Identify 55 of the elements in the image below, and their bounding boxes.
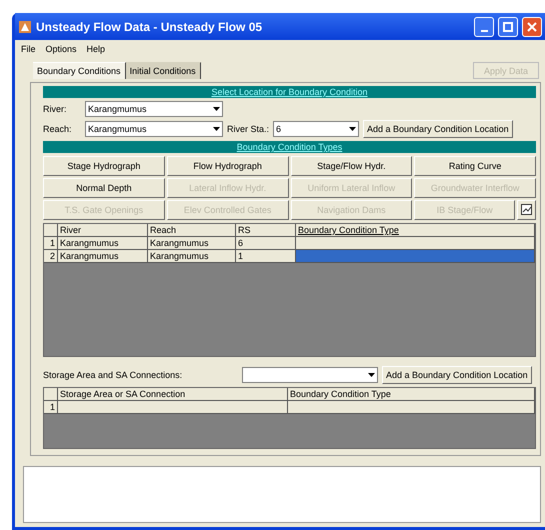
section-header: Select Location for Boundary Condition [43, 86, 536, 98]
column-header: Boundary Condition Type [296, 224, 535, 237]
condition-type-cell[interactable] [296, 237, 535, 250]
maximize-icon [503, 22, 513, 32]
table-cell: Karangmumus [148, 250, 236, 263]
tab[interactable]: Boundary Conditions [33, 62, 126, 79]
column-header: River [58, 224, 148, 237]
column-header: RS [236, 224, 296, 237]
section-header: Boundary Condition Types [43, 141, 536, 153]
reach-dropdown[interactable]: Karangmumus [85, 121, 223, 137]
river-station-dropdown[interactable]: 6 [273, 121, 360, 137]
dropdown-arrow-icon [349, 127, 356, 131]
menu-item[interactable]: Help [86, 44, 106, 54]
condition-type-button[interactable]: Rating Curve [414, 156, 536, 176]
table-cell: Karangmumus [148, 237, 236, 250]
condition-type-cell[interactable] [296, 250, 535, 263]
reach-label: Reach: [43, 124, 73, 134]
table-cell: 6 [236, 237, 296, 250]
minimize-icon [480, 30, 488, 32]
close-icon [527, 22, 537, 32]
column-header: Reach [148, 224, 236, 237]
row-number: 2 [44, 250, 58, 263]
river-label: River: [43, 104, 68, 114]
condition-type-button[interactable]: Stage/Flow Hydr. [290, 156, 412, 176]
minimize-button[interactable] [474, 16, 494, 36]
condition-type-button[interactable]: Normal Depth [43, 178, 165, 198]
menu-item[interactable]: Options [46, 44, 77, 54]
storage-area-dropdown[interactable] [242, 367, 378, 383]
table-cell: Karangmumus [58, 237, 148, 250]
add-location-button[interactable]: Add a Boundary Condition Location [382, 366, 532, 384]
corner-cell [44, 224, 58, 237]
maximize-button[interactable] [498, 16, 518, 36]
add-location-button[interactable]: Add a Boundary Condition Location [363, 120, 513, 138]
menu-item[interactable]: File [21, 44, 36, 54]
dropdown-arrow-icon [213, 107, 220, 111]
corner-cell [44, 388, 58, 401]
river-station-label: River Sta.: [227, 124, 270, 134]
window-title: Unsteady Flow Data - Unsteady Flow 05 [36, 20, 264, 34]
dropdown-arrow-icon [213, 127, 220, 131]
app-icon [18, 20, 32, 34]
dropdown-arrow-icon [368, 373, 375, 377]
condition-type-button[interactable]: Flow Hydrograph [166, 156, 288, 176]
condition-type-button[interactable]: Stage Hydrograph [43, 156, 165, 176]
row-number: 1 [44, 401, 58, 414]
column-header: Boundary Condition Type [288, 388, 535, 401]
plot-button[interactable] [517, 200, 536, 220]
river-dropdown[interactable]: Karangmumus [85, 101, 223, 117]
storage-area-label: Storage Area and SA Connections: [43, 370, 184, 380]
column-header: Storage Area or SA Connection [58, 388, 288, 401]
row-number: 1 [44, 237, 58, 250]
close-button[interactable] [522, 16, 542, 36]
table-cell: 1 [236, 250, 296, 263]
table-cell: Karangmumus [58, 250, 148, 263]
plot-icon [521, 204, 532, 214]
tab[interactable]: Initial Conditions [126, 62, 201, 79]
